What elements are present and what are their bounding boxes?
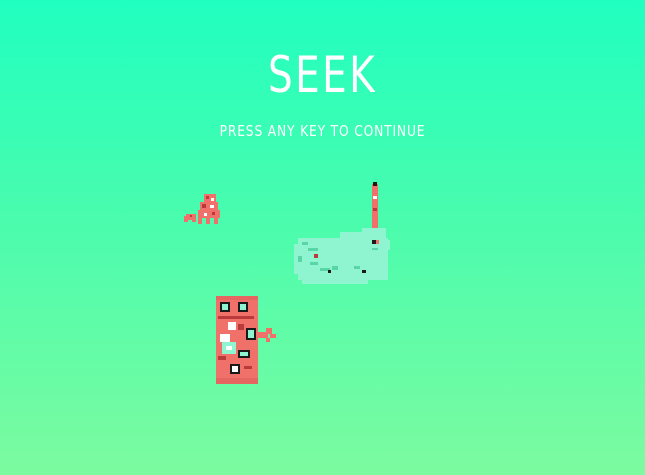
tall-red-creature-sprite — [216, 296, 276, 384]
small-red-creature-body — [184, 194, 220, 224]
mint-creature-periscope — [370, 182, 380, 234]
press-any-key-prompt: PRESS ANY KEY TO CONTINUE — [219, 122, 426, 140]
game-title: SEEK — [268, 46, 377, 104]
game-screen[interactable]: SEEK PRESS ANY KEY TO CONTINUE — [0, 0, 645, 475]
mint-creature-sprite — [294, 182, 390, 284]
tall-red-creature-body — [216, 296, 258, 384]
mint-creature-body — [294, 228, 390, 284]
small-red-creature-sprite — [184, 194, 220, 224]
tall-red-creature-arm — [258, 328, 276, 342]
